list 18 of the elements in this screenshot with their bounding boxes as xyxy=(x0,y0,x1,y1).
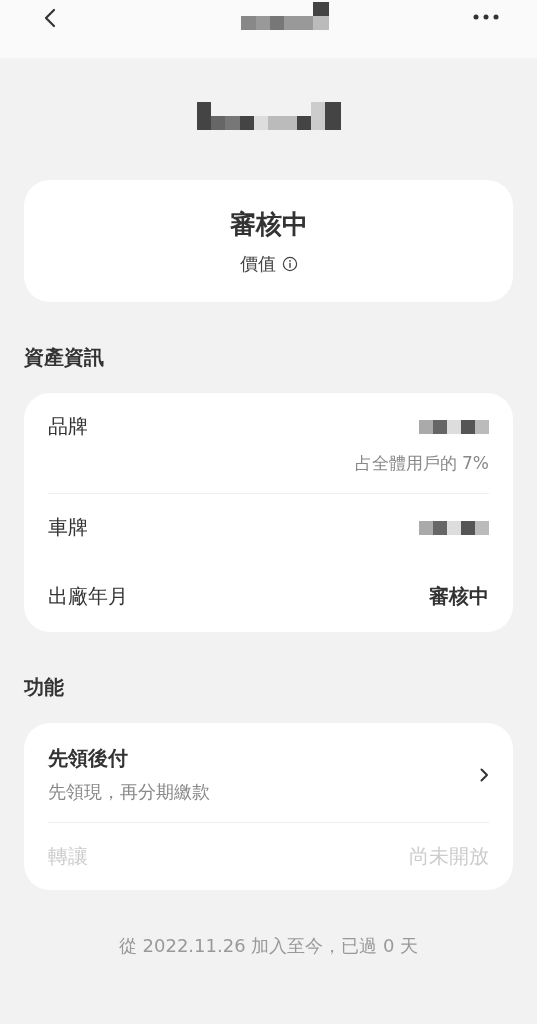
feature-subtitle: 先領現，再分期繳款 xyxy=(48,780,210,804)
section-title: 資產資訊 xyxy=(23,344,105,371)
field-value: 審核中 xyxy=(429,583,489,610)
chevron-right-icon[interactable] xyxy=(480,767,489,782)
status-text: 審核中 xyxy=(229,207,308,241)
redacted-mosaic xyxy=(419,419,489,434)
section-title: 功能 xyxy=(23,674,65,701)
join-duration-text: 從 2022.11.26 加入至今，已過 0 天 xyxy=(117,934,420,958)
feature-title[interactable]: 先領後付 xyxy=(48,745,210,772)
field-label: 車牌 xyxy=(48,514,88,541)
redacted-mosaic xyxy=(419,520,489,535)
more-icon[interactable] xyxy=(473,14,499,20)
info-icon[interactable] xyxy=(281,255,298,272)
field-label: 品牌 xyxy=(48,413,88,440)
field-label: 出廠年月 xyxy=(48,583,128,610)
back-icon[interactable] xyxy=(44,8,56,28)
value-label: 價值 xyxy=(239,251,276,276)
field-note: 占全體用戶的 7% xyxy=(354,452,489,475)
